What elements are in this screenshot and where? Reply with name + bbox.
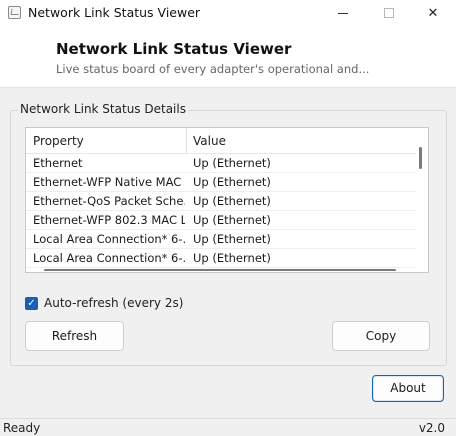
list-header: Property Value — [26, 128, 416, 154]
row-property: Local Area Connection* 6-... — [33, 251, 185, 265]
vertical-scrollbar[interactable] — [419, 147, 422, 169]
column-divider[interactable] — [186, 128, 187, 154]
header-subtitle: Live status board of every adapter's ope… — [56, 62, 370, 76]
row-value: Up (Ethernet) — [193, 175, 271, 189]
list-row[interactable]: Ethernet-WFP Native MAC ... Up (Ethernet… — [26, 173, 416, 192]
row-property: Ethernet-WFP Native MAC ... — [33, 175, 185, 189]
row-value: Up (Ethernet) — [193, 194, 271, 208]
column-header-value[interactable]: Value — [193, 134, 226, 148]
status-bar: Ready v2.0 — [0, 418, 456, 436]
app-icon — [8, 6, 21, 19]
row-value: Up (Ethernet) — [193, 156, 271, 170]
about-button[interactable]: About — [372, 375, 444, 402]
row-property: Ethernet-QoS Packet Sche... — [33, 194, 185, 208]
minimize-icon — [338, 12, 348, 14]
app-header: Network Link Status Viewer Live status b… — [0, 26, 456, 88]
close-button[interactable]: ✕ — [410, 0, 456, 26]
row-property: Ethernet — [33, 156, 83, 170]
row-property: Ethernet-WFP 802.3 MAC L... — [33, 213, 185, 227]
version-label: v2.0 — [418, 421, 445, 435]
list-row[interactable]: Ethernet-WFP 802.3 MAC L... Up (Ethernet… — [26, 211, 416, 230]
copy-button[interactable]: Copy — [332, 321, 430, 351]
window-title: Network Link Status Viewer — [28, 5, 201, 20]
minimize-button[interactable] — [320, 0, 366, 26]
auto-refresh-label[interactable]: Auto-refresh (every 2s) — [44, 296, 183, 310]
auto-refresh-checkbox[interactable]: ✓ — [25, 297, 38, 310]
list-row[interactable]: Ethernet Up (Ethernet) — [26, 154, 416, 173]
title-bar: Network Link Status Viewer ✕ — [0, 0, 456, 26]
maximize-icon — [384, 8, 394, 18]
header-title: Network Link Status Viewer — [56, 40, 292, 58]
maximize-button[interactable] — [366, 0, 412, 26]
list-row[interactable]: Local Area Connection* 6-... Up (Etherne… — [26, 249, 416, 268]
list-row[interactable]: Local Area Connection* 6-... Up (Etherne… — [26, 230, 416, 249]
horizontal-scrollbar[interactable] — [44, 269, 396, 271]
column-header-property[interactable]: Property — [33, 134, 84, 148]
row-value: Up (Ethernet) — [193, 251, 271, 265]
group-label: Network Link Status Details — [18, 102, 188, 116]
status-text: Ready — [3, 421, 41, 435]
close-icon: ✕ — [427, 5, 439, 21]
refresh-button[interactable]: Refresh — [25, 321, 124, 351]
list-row[interactable]: Ethernet-QoS Packet Sche... Up (Ethernet… — [26, 192, 416, 211]
row-value: Up (Ethernet) — [193, 213, 271, 227]
status-list-view[interactable]: Property Value Ethernet Up (Ethernet) Et… — [25, 127, 429, 273]
row-property: Local Area Connection* 6-... — [33, 232, 185, 246]
row-value: Up (Ethernet) — [193, 232, 271, 246]
